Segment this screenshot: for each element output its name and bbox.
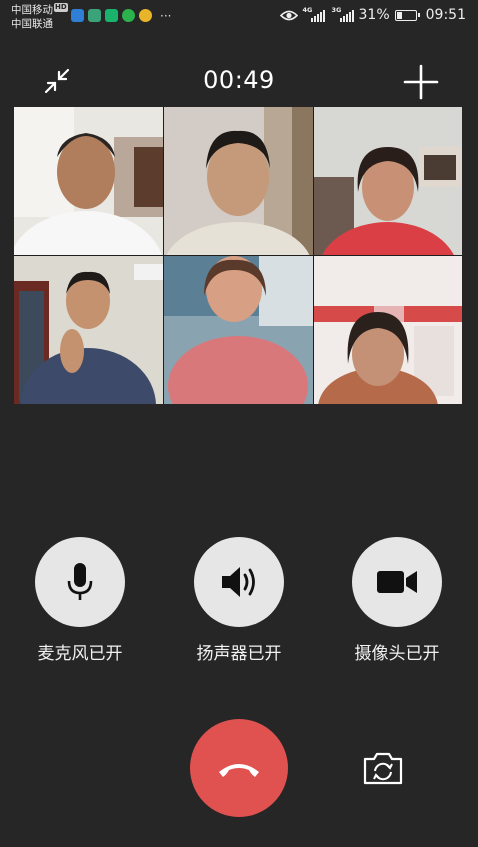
carrier-info: 中国移动 HD 中国联通: [11, 3, 68, 31]
battery-percent: 31%: [358, 7, 390, 23]
carrier-1: 中国移动: [11, 4, 53, 16]
participant-video-1[interactable]: [14, 107, 163, 255]
clock: 09:51: [425, 7, 466, 23]
video-grid: [14, 107, 462, 404]
participant-video-5[interactable]: [164, 256, 313, 404]
notification-icons: ···: [71, 9, 171, 22]
microphone-button[interactable]: [35, 537, 125, 627]
signal-2-icon: 3G: [332, 6, 354, 22]
add-participant-icon[interactable]: [403, 64, 439, 100]
microphone-icon: [67, 563, 93, 600]
security-app-icon: [105, 9, 118, 22]
hang-up-icon: [219, 764, 259, 777]
speaker-control[interactable]: 扬声器已开: [194, 537, 284, 664]
status-bar: 中国移动 HD 中国联通 ··· 4G 3G 31% 09:51: [0, 0, 478, 32]
hang-up-button[interactable]: [190, 719, 288, 817]
camera-control[interactable]: 摄像头已开: [352, 537, 442, 664]
weibo-app-icon: [139, 9, 152, 22]
carrier-2: 中国联通: [11, 18, 53, 30]
video-camera-icon: [377, 571, 417, 593]
signal-1-icon: 4G: [303, 6, 325, 22]
microphone-control[interactable]: 麦克风已开: [35, 537, 125, 664]
speaker-button[interactable]: [194, 537, 284, 627]
eye-icon: [279, 10, 298, 20]
participant-video-6[interactable]: [314, 256, 462, 404]
speaker-icon: [222, 567, 255, 597]
more-notifications-icon: ···: [160, 8, 172, 23]
microphone-label: 麦克风已开: [37, 644, 123, 664]
participant-video-2[interactable]: [164, 107, 313, 255]
shield-app-icon: [71, 9, 84, 22]
switch-camera-icon[interactable]: [362, 750, 404, 786]
participant-video-3[interactable]: [314, 107, 462, 255]
camera-button[interactable]: [352, 537, 442, 627]
participant-video-4[interactable]: [14, 256, 163, 404]
camera-label: 摄像头已开: [354, 644, 440, 664]
video-app-icon: [122, 9, 135, 22]
battery-icon: [394, 9, 420, 21]
speaker-label: 扬声器已开: [196, 644, 282, 664]
photo-app-icon: [88, 9, 101, 22]
hd-badge: HD: [54, 3, 68, 12]
